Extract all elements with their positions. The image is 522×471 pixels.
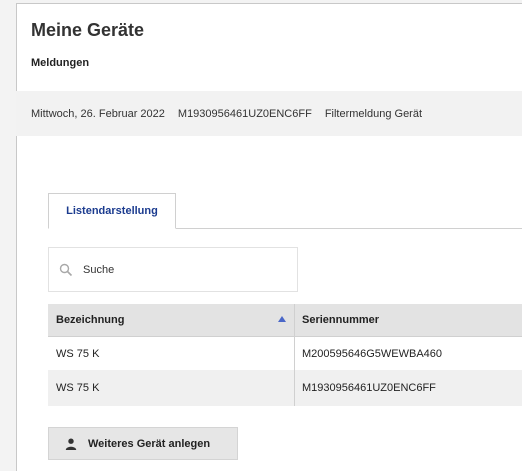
search-placeholder: Suche: [83, 263, 115, 276]
table-row[interactable]: WS 75 K M1930956461UZ0ENC6FF: [48, 370, 522, 406]
column-header-seriennummer[interactable]: Seriennummer: [295, 304, 522, 336]
page-title: Meine Geräte: [31, 20, 145, 40]
search-icon: [59, 263, 73, 277]
column-header-bezeichnung[interactable]: Bezeichnung: [48, 304, 295, 336]
tab-list-view[interactable]: Listendarstellung: [48, 193, 176, 229]
column-header-label: Seriennummer: [302, 314, 380, 326]
cell-serial: M1930956461UZ0ENC6FF: [302, 382, 436, 394]
column-header-label: Bezeichnung: [56, 314, 125, 326]
devices-table: Bezeichnung Seriennummer WS 75 K M200595…: [48, 304, 522, 406]
cell-name: WS 75 K: [48, 337, 295, 370]
sort-ascending-icon[interactable]: [278, 316, 286, 322]
table-header: Bezeichnung Seriennummer: [48, 304, 522, 337]
messages-section-title: Meldungen: [31, 57, 90, 69]
message-date: Mittwoch, 26. Februar 2022: [31, 107, 165, 120]
message-type: Filtermeldung Gerät: [324, 107, 423, 120]
table-row[interactable]: WS 75 K M200595646G5WEWBA460: [48, 337, 522, 370]
add-device-button[interactable]: Weiteres Gerät anlegen: [48, 427, 238, 460]
search-field[interactable]: Suche: [48, 247, 298, 292]
cell-serial: M200595646G5WEWBA460: [302, 347, 443, 360]
message-serial: M1930956461UZ0ENC6FF: [177, 107, 312, 120]
cell-name: WS 75 K: [48, 370, 295, 406]
message-item[interactable]: Mittwoch, 26. Februar 2022 M1930956461UZ…: [16, 91, 522, 136]
person-icon: [65, 438, 77, 450]
add-device-label: Weiteres Gerät anlegen: [88, 437, 211, 450]
